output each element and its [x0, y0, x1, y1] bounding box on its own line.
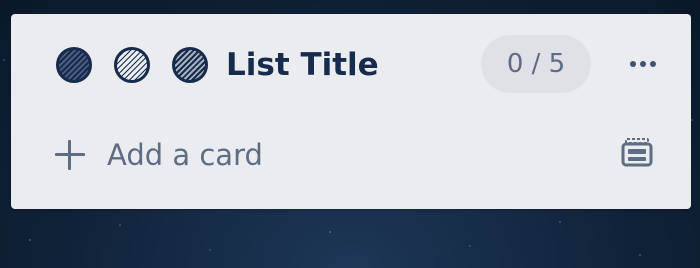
more-horizontal-icon	[630, 61, 656, 67]
label-dot-dark[interactable]	[56, 47, 92, 83]
card-template-icon	[620, 135, 654, 173]
list-column: List Title 0 / 5 Add a card	[11, 14, 691, 209]
label-dot-light[interactable]	[114, 47, 150, 83]
list-header: List Title 0 / 5	[11, 14, 691, 118]
label-dot-medium[interactable]	[172, 47, 208, 83]
card-count-badge: 0 / 5	[481, 35, 591, 93]
plus-icon	[53, 138, 87, 172]
create-from-template-button[interactable]	[615, 132, 659, 176]
add-card-label: Add a card	[107, 138, 263, 172]
list-menu-button[interactable]	[619, 40, 667, 88]
add-card-button[interactable]: Add a card	[53, 129, 263, 181]
list-title[interactable]: List Title	[226, 44, 379, 86]
